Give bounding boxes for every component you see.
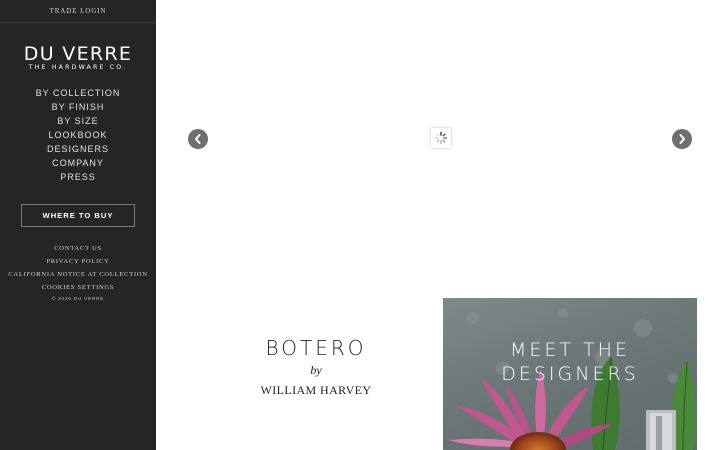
collection-designer: WILLIAM HARVEY: [260, 383, 372, 397]
meet-the-designers-card[interactable]: MEET THE DESIGNERS: [443, 298, 697, 450]
footer-link-california-notice[interactable]: CALIFORNIA NOTICE AT COLLECTION: [0, 268, 156, 281]
collection-by: by: [310, 363, 322, 377]
slider-next-button[interactable]: [672, 129, 692, 149]
where-to-buy-button[interactable]: WHERE TO BUY: [21, 204, 135, 227]
logo-tagline: THE HARDWARE CO.: [28, 64, 128, 71]
nav-item-press[interactable]: PRESS: [0, 170, 156, 184]
logo[interactable]: DU VERRE THE HARDWARE CO.: [0, 44, 156, 72]
nav-item-by-size[interactable]: BY SIZE: [0, 114, 156, 128]
nav-item-company[interactable]: COMPANY: [0, 156, 156, 170]
hero-slider: [156, 0, 720, 290]
nav-item-lookbook[interactable]: LOOKBOOK: [0, 128, 156, 142]
main-nav: BY COLLECTION BY FINISH BY SIZE LOOKBOOK…: [0, 86, 156, 184]
chevron-right-icon: [679, 134, 685, 144]
footer-link-contact-us[interactable]: CONTACT US: [0, 242, 156, 255]
nav-item-designers[interactable]: DESIGNERS: [0, 142, 156, 156]
footer-links: CONTACT US PRIVACY POLICY CALIFORNIA NOT…: [0, 242, 156, 305]
nav-item-by-finish[interactable]: BY FINISH: [0, 100, 156, 114]
designers-title-line2: DESIGNERS: [501, 363, 639, 385]
copyright: © 2026 DU VERRE: [51, 297, 105, 302]
featured-collection[interactable]: BOTERO by WILLIAM HARVEY: [156, 336, 476, 398]
footer-link-privacy-policy[interactable]: PRIVACY POLICY: [0, 255, 156, 268]
loading-spinner: [431, 128, 451, 148]
sidebar: TRADE LOGIN DU VERRE THE HARDWARE CO. BY…: [0, 0, 156, 450]
designers-title-line1: MEET THE: [510, 339, 630, 361]
slider-prev-button[interactable]: [188, 129, 208, 149]
nav-item-by-collection[interactable]: BY COLLECTION: [0, 86, 156, 100]
spinner-icon: [434, 131, 448, 145]
collection-title: BOTERO: [265, 336, 367, 360]
logo-wordmark: DU VERRE: [23, 43, 133, 65]
designers-card-title: MEET THE DESIGNERS: [443, 338, 697, 386]
chevron-left-icon: [195, 134, 201, 144]
trade-login-link[interactable]: TRADE LOGIN: [0, 0, 156, 23]
footer-link-cookies-settings[interactable]: COOKIES SETTINGS: [0, 281, 156, 294]
